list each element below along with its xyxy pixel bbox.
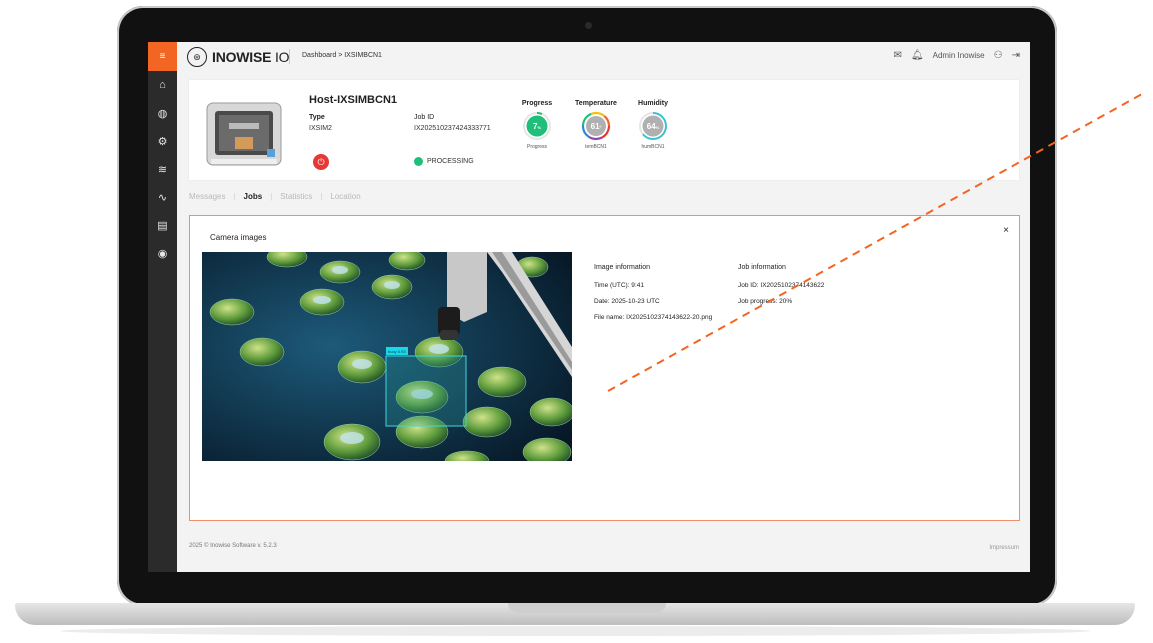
footer-copyright: 2025 © Inowise Software v. 5.2.3 xyxy=(189,543,277,549)
humidity-gauge: Humidity 64% humBCN1 xyxy=(623,100,683,150)
tab-separator: | xyxy=(270,192,273,201)
wifi-icon[interactable]: ≋ xyxy=(148,155,177,183)
progress-gauge-title: Progress xyxy=(521,100,553,107)
tab-jobs[interactable]: Jobs xyxy=(244,192,263,201)
camera-panel: × Camera images buoy 0.93 Image informat… xyxy=(189,215,1020,521)
humidity-dial: 64% xyxy=(639,112,667,140)
image-date: Date: 2025-10-23 UTC xyxy=(594,298,660,305)
menu-icon[interactable]: ≡ xyxy=(148,42,177,71)
top-right-actions: ✉ 🔔︎ Admin Inowise ⚇ ⇥ xyxy=(894,50,1020,61)
job-info: Job information Job ID: IX20251023741436… xyxy=(738,260,824,310)
tab-bar: Messages | Jobs | Statistics | Location xyxy=(189,192,361,201)
pulse-icon[interactable]: ∿ xyxy=(148,183,177,211)
tab-location[interactable]: Location xyxy=(330,192,360,201)
progress-gauge: Progress 7% Progress xyxy=(507,100,567,150)
printer-icon[interactable]: ▤ xyxy=(148,211,177,239)
divider xyxy=(289,49,290,64)
home-icon[interactable]: ⌂ xyxy=(148,71,177,99)
footer-impressum-link[interactable]: Impressum xyxy=(989,545,1019,551)
status-dot xyxy=(414,157,423,166)
top-bar: ⊛ INOWISE IO Dashboard > IXSIMBCN1 ✉ 🔔︎ … xyxy=(177,42,1030,71)
host-card: Host-IXSIMBCN1 Type IXSIM2 Job ID IX2025… xyxy=(189,80,1019,180)
user-icon[interactable]: ⚇ xyxy=(994,50,1003,61)
progress-dial: 7% xyxy=(523,112,551,140)
temperature-gauge: Temperature 61º temBCN1 xyxy=(566,100,626,150)
webcam xyxy=(585,22,592,29)
laptop-notch xyxy=(508,603,666,613)
job-info-progress: Job progress: 20% xyxy=(738,298,793,305)
camera-images-title: Camera images xyxy=(210,233,267,242)
progress-gauge-sub: Progress xyxy=(526,144,547,150)
power-button[interactable]: ⏻ xyxy=(313,154,329,170)
printer-image xyxy=(206,102,282,166)
bell-icon[interactable]: 🔔︎ xyxy=(911,50,924,61)
temperature-dial: 61º xyxy=(581,111,611,141)
mail-icon[interactable]: ✉ xyxy=(894,50,902,61)
job-info-heading: Job information xyxy=(738,264,786,271)
image-info: Image information Time (UTC): 9:41 Date:… xyxy=(594,260,712,326)
humidity-gauge-sub: humBCN1 xyxy=(641,144,665,150)
temperature-gauge-sub: temBCN1 xyxy=(585,144,607,150)
host-title: Host-IXSIMBCN1 xyxy=(309,94,398,106)
breadcrumb[interactable]: Dashboard > IXSIMBCN1 xyxy=(302,52,382,59)
close-icon[interactable]: × xyxy=(1003,225,1009,236)
job-id-label: Job ID xyxy=(414,114,435,121)
location-icon[interactable]: ◉ xyxy=(148,239,177,267)
laptop-shadow xyxy=(60,626,1090,636)
type-value: IXSIM2 xyxy=(309,125,332,132)
settings-icon[interactable]: ⚙ xyxy=(148,127,177,155)
image-info-heading: Image information xyxy=(594,264,651,271)
app-screen: ≡ ⌂ ◍ ⚙ ≋ ∿ ▤ ◉ ⊛ INOWISE IO Dashboard >… xyxy=(148,42,1030,572)
image-time: Time (UTC): 9:41 xyxy=(594,282,644,289)
camera-image[interactable]: buoy 0.93 xyxy=(202,252,572,461)
status-text: PROCESSING xyxy=(427,158,474,165)
tab-messages[interactable]: Messages xyxy=(189,192,225,201)
status-badge: PROCESSING xyxy=(414,157,474,166)
type-label: Type xyxy=(309,114,325,121)
user-name[interactable]: Admin Inowise xyxy=(933,51,985,60)
tab-separator: | xyxy=(233,192,236,201)
humidity-gauge-title: Humidity xyxy=(638,100,668,107)
logout-icon[interactable]: ⇥ xyxy=(1012,50,1020,61)
tab-statistics[interactable]: Statistics xyxy=(280,192,312,201)
job-info-id: Job ID: IX2025102374143622 xyxy=(738,282,825,289)
globe-icon[interactable]: ◍ xyxy=(148,99,177,127)
logo[interactable]: ⊛ INOWISE IO xyxy=(187,47,290,67)
logo-text: INOWISE IO xyxy=(212,49,290,65)
tab-separator: | xyxy=(320,192,323,201)
temperature-gauge-title: Temperature xyxy=(575,100,617,107)
job-id-value: IX202510237424333771 xyxy=(414,125,491,132)
logo-mark-icon: ⊛ xyxy=(187,47,207,67)
image-file: File name: IX2025102374143622-20.png xyxy=(594,314,713,321)
sidebar: ≡ ⌂ ◍ ⚙ ≋ ∿ ▤ ◉ xyxy=(148,42,177,572)
detection-label: buoy 0.93 xyxy=(388,349,406,354)
